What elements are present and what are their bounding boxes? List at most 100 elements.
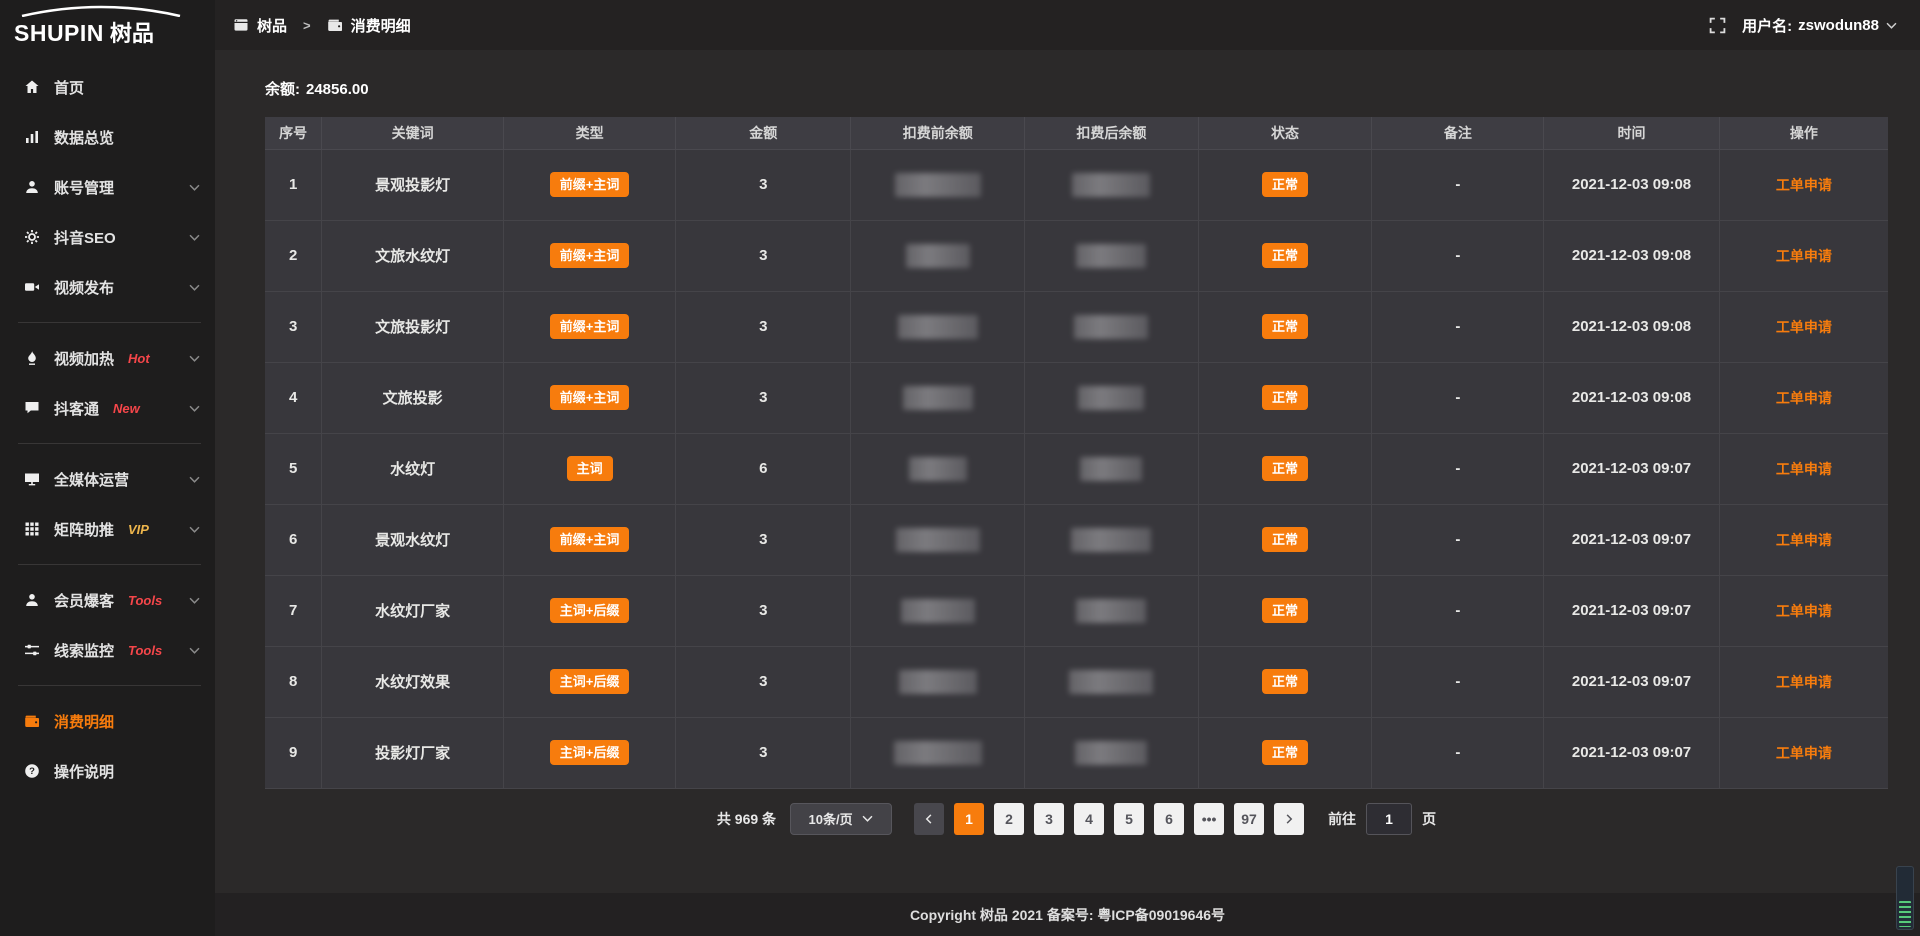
- page-button-97[interactable]: 97: [1234, 803, 1264, 835]
- column-header: 状态: [1198, 117, 1372, 149]
- sidebar-item-matrix-boost[interactable]: 矩阵助推VIP: [0, 504, 215, 554]
- monitor-icon: [24, 471, 42, 487]
- balance-value: 24856.00: [306, 81, 369, 98]
- masked-value: [901, 599, 975, 623]
- page-button-3[interactable]: 3: [1034, 803, 1064, 835]
- cell-remark: -: [1372, 575, 1544, 646]
- sidebar-item-instructions[interactable]: ? 操作说明: [0, 746, 215, 796]
- sidebar-item-member-baoke[interactable]: 会员爆客Tools: [0, 575, 215, 625]
- sidebar-item-label: 操作说明: [54, 761, 114, 782]
- page-ellipsis-button[interactable]: •••: [1194, 803, 1224, 835]
- goto-page-input[interactable]: [1366, 803, 1412, 835]
- sidebar-item-label: 全媒体运营: [54, 469, 129, 490]
- sidebar-divider: [18, 322, 201, 323]
- cell-balance-after: [1025, 149, 1199, 220]
- work-order-link[interactable]: 工单申请: [1776, 461, 1832, 477]
- column-header: 扣费后余额: [1025, 117, 1199, 149]
- sidebar-item-consume-detail[interactable]: 消费明细: [0, 696, 215, 746]
- cell-action: 工单申请: [1719, 646, 1888, 717]
- cell-status: 正常: [1198, 362, 1372, 433]
- chevron-down-icon: [188, 231, 201, 244]
- cell-keyword: 景观水纹灯: [322, 504, 504, 575]
- sidebar-item-clue-monitor[interactable]: 线索监控Tools: [0, 625, 215, 675]
- page-button-4[interactable]: 4: [1074, 803, 1104, 835]
- topbar: 树品 > 消费明细 用户名: zswodun88: [215, 0, 1920, 50]
- cell-balance-before: [851, 220, 1025, 291]
- cell-keyword: 水纹灯厂家: [322, 575, 504, 646]
- page-size-select[interactable]: 10条/页: [790, 803, 892, 835]
- cell-remark: -: [1372, 504, 1544, 575]
- content: 余额:24856.00 序号关键词类型金额扣费前余额扣费后余额状态备注时间操作 …: [215, 50, 1920, 893]
- window-icon: [233, 17, 249, 33]
- sidebar-item-label: 视频加热: [54, 348, 114, 369]
- breadcrumb-item-shupin[interactable]: 树品: [257, 15, 287, 36]
- user-dropdown[interactable]: 用户名: zswodun88: [1742, 15, 1898, 36]
- prev-page-button[interactable]: [914, 803, 944, 835]
- cell-remark: -: [1372, 646, 1544, 717]
- page-button-5[interactable]: 5: [1114, 803, 1144, 835]
- svg-text:?: ?: [29, 766, 35, 777]
- next-page-button[interactable]: [1274, 803, 1304, 835]
- cell-index: 4: [265, 362, 322, 433]
- sidebar-item-video-publish[interactable]: 视频发布: [0, 262, 215, 312]
- work-order-link[interactable]: 工单申请: [1776, 603, 1832, 619]
- table-header-row: 序号关键词类型金额扣费前余额扣费后余额状态备注时间操作: [265, 117, 1888, 149]
- cell-type: 前缀+主词: [504, 149, 676, 220]
- sidebar-item-label: 视频发布: [54, 277, 114, 298]
- type-badge: 前缀+主词: [550, 385, 630, 410]
- masked-value: [1074, 315, 1148, 339]
- work-order-link[interactable]: 工单申请: [1776, 532, 1832, 548]
- cell-keyword: 投影灯厂家: [322, 717, 504, 788]
- cell-status: 正常: [1198, 717, 1372, 788]
- breadcrumb-item-consume-detail[interactable]: 消费明细: [351, 15, 411, 36]
- page-size-value: 10条/页: [809, 809, 853, 828]
- sidebar-item-douketong[interactable]: 抖客通New: [0, 383, 215, 433]
- cell-index: 2: [265, 220, 322, 291]
- main-area: 树品 > 消费明细 用户名: zswodun88 余额:24856.00 序号关…: [215, 0, 1920, 936]
- cell-time: 2021-12-03 09:07: [1544, 646, 1719, 717]
- table-row: 9投影灯厂家主词+后缀3正常-2021-12-03 09:07工单申请: [265, 717, 1888, 788]
- wallet-icon: [24, 713, 42, 729]
- chevron-down-icon: [188, 523, 201, 536]
- work-order-link[interactable]: 工单申请: [1776, 319, 1832, 335]
- sidebar-item-video-heat[interactable]: 视频加热Hot: [0, 333, 215, 383]
- cell-status: 正常: [1198, 646, 1372, 717]
- chevron-down-icon: [861, 812, 874, 825]
- work-order-link[interactable]: 工单申请: [1776, 674, 1832, 690]
- status-badge: 正常: [1262, 527, 1308, 552]
- sidebar-item-douyin-seo[interactable]: 抖音SEO: [0, 212, 215, 262]
- work-order-link[interactable]: 工单申请: [1776, 745, 1832, 761]
- work-order-link[interactable]: 工单申请: [1776, 248, 1832, 264]
- page-button-1[interactable]: 1: [954, 803, 984, 835]
- sidebar-item-data-overview[interactable]: 数据总览: [0, 112, 215, 162]
- type-badge: 前缀+主词: [550, 314, 630, 339]
- sidebar-item-media-operation[interactable]: 全媒体运营: [0, 454, 215, 504]
- cell-balance-before: [851, 504, 1025, 575]
- masked-value: [1078, 386, 1144, 410]
- app-logo[interactable]: SHUPIN 树品: [0, 0, 215, 50]
- page-button-2[interactable]: 2: [994, 803, 1024, 835]
- cell-balance-before: [851, 362, 1025, 433]
- cell-index: 7: [265, 575, 322, 646]
- chevron-down-icon: [188, 644, 201, 657]
- chart-icon: [24, 129, 42, 145]
- cell-action: 工单申请: [1719, 291, 1888, 362]
- work-order-link[interactable]: 工单申请: [1776, 390, 1832, 406]
- status-badge: 正常: [1262, 669, 1308, 694]
- table-row: 8水纹灯效果主词+后缀3正常-2021-12-03 09:07工单申请: [265, 646, 1888, 717]
- masked-value: [903, 386, 973, 410]
- type-badge: 前缀+主词: [550, 527, 630, 552]
- sidebar-item-label: 抖音SEO: [54, 227, 116, 248]
- sidebar-item-account-manage[interactable]: 账号管理: [0, 162, 215, 212]
- page-button-6[interactable]: 6: [1154, 803, 1184, 835]
- fullscreen-icon[interactable]: [1709, 17, 1726, 34]
- cell-keyword: 水纹灯: [322, 433, 504, 504]
- work-order-link[interactable]: 工单申请: [1776, 177, 1832, 193]
- sidebar-item-home[interactable]: 首页: [0, 62, 215, 112]
- column-header: 扣费前余额: [851, 117, 1025, 149]
- username-value: zswodun88: [1798, 17, 1879, 34]
- floating-widget[interactable]: [1896, 866, 1914, 930]
- type-badge: 主词+后缀: [550, 740, 630, 765]
- masked-value: [906, 244, 970, 268]
- status-badge: 正常: [1262, 456, 1308, 481]
